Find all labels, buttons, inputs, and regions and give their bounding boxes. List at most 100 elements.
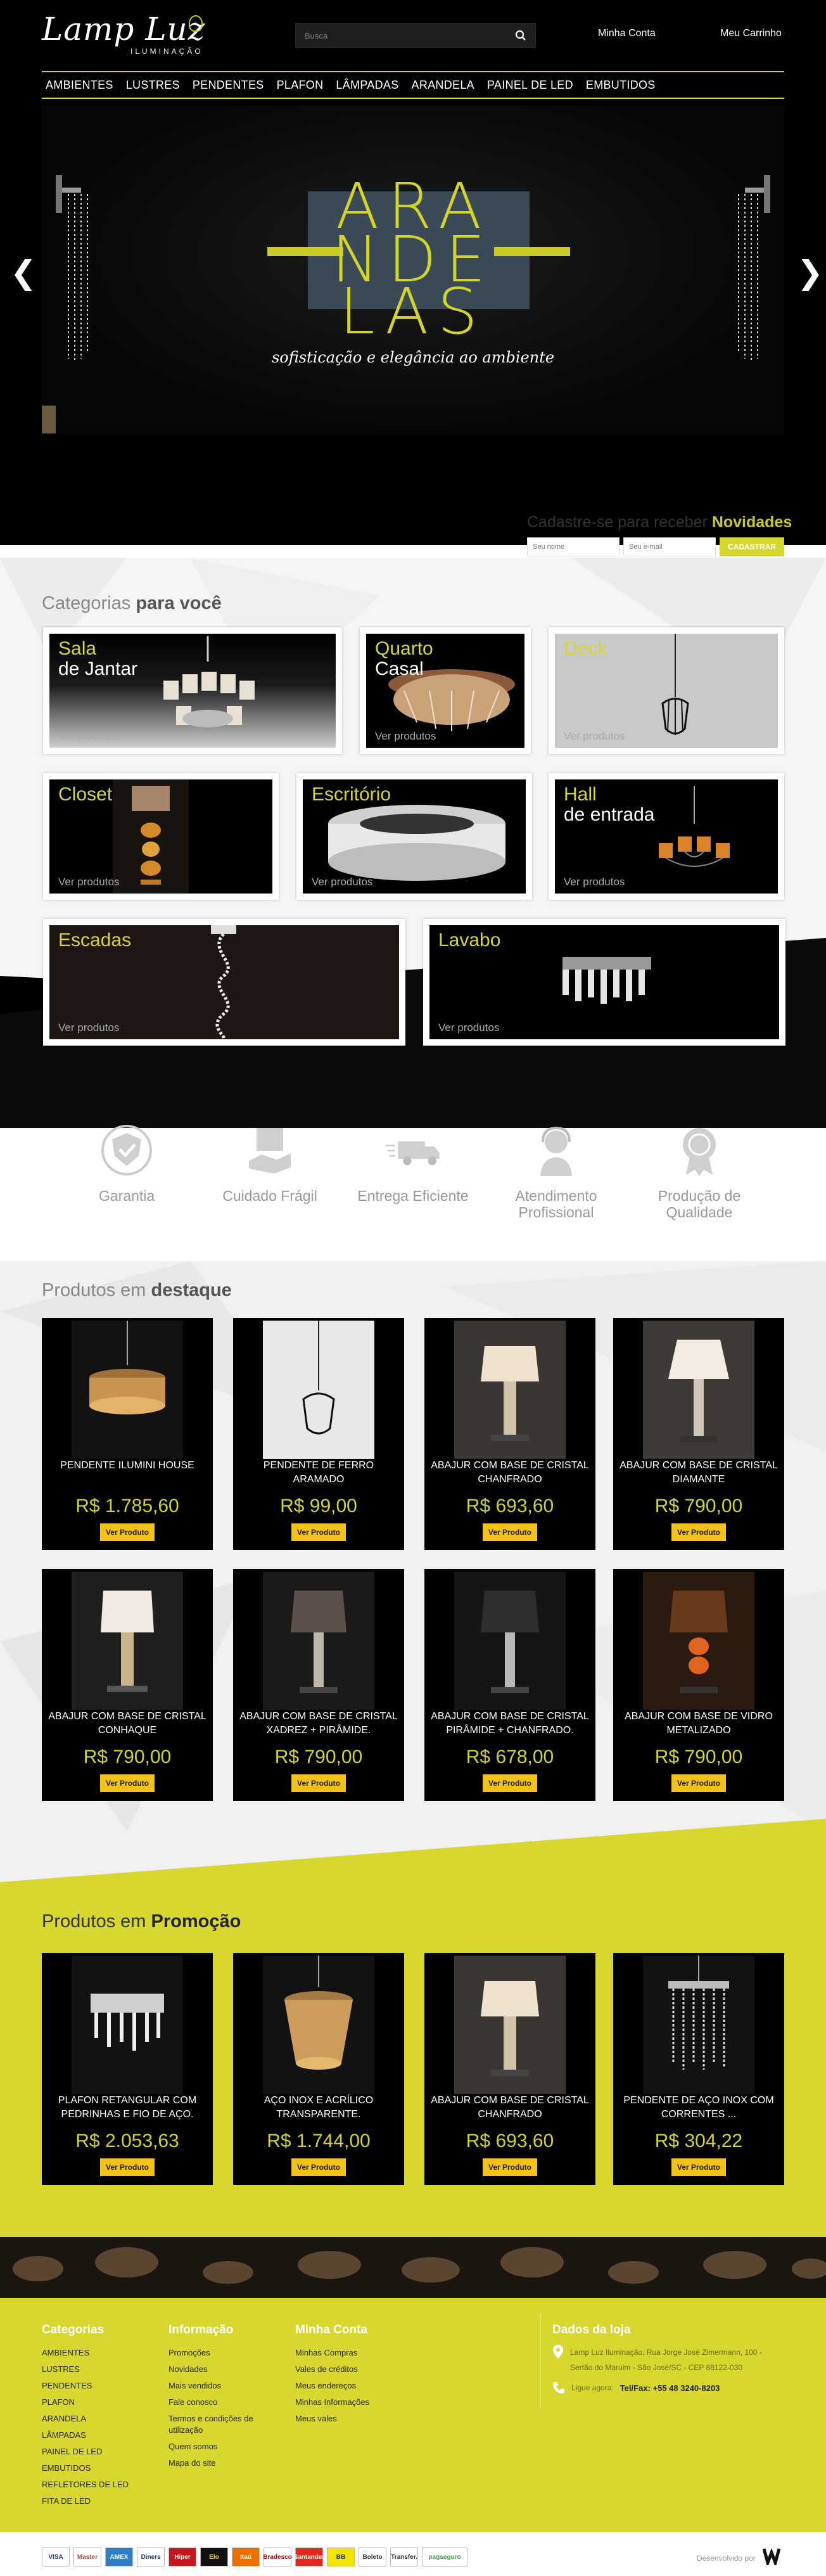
footer-link[interactable]: Minhas Compras <box>295 2345 369 2361</box>
nav-item-painel-de-led[interactable]: PAINEL DE LED <box>481 79 580 92</box>
main-nav: AMBIENTES LUSTRES PENDENTES PLAFON LÂMPA… <box>42 71 784 99</box>
product-card[interactable]: PLAFON RETANGULAR COM PEDRINHAS E FIO DE… <box>42 1953 213 2185</box>
product-card[interactable]: AÇO INOX E ACRÍLICO TRANSPARENTE. R$ 1.7… <box>233 1953 404 2185</box>
footer-link[interactable]: Quem somos <box>168 2438 276 2455</box>
view-product-button[interactable]: Ver Produto <box>291 2158 346 2176</box>
banner-next-arrow-icon[interactable]: ❯ <box>797 257 823 288</box>
my-cart-link[interactable]: Meu Carrinho <box>720 28 782 39</box>
footer-link[interactable]: LÂMPADAS <box>42 2427 129 2444</box>
view-product-button[interactable]: Ver Produto <box>483 1774 537 1792</box>
view-product-button[interactable]: Ver Produto <box>291 1774 346 1792</box>
featured-title: Produtos em destaque <box>42 1280 232 1301</box>
product-card[interactable]: PENDENTE DE FERRO ARAMADO R$ 99,00 Ver P… <box>233 1318 404 1550</box>
nav-item-plafon[interactable]: PLAFON <box>270 79 330 92</box>
footer-link[interactable]: ARANDELA <box>42 2411 129 2427</box>
footer-link[interactable]: AMBIENTES <box>42 2345 129 2361</box>
newsletter-email-input[interactable] <box>623 537 716 556</box>
footer-link[interactable]: Mais vendidos <box>168 2378 276 2394</box>
see-products-link[interactable]: Ver produtos <box>438 1022 499 1034</box>
newsletter-name-input[interactable] <box>527 537 620 556</box>
product-card[interactable]: ABAJUR COM BASE DE CRISTAL DIAMANTE R$ 7… <box>613 1318 784 1550</box>
category-card-quarto[interactable]: Quarto Casal Ver produtos <box>360 627 531 754</box>
payment-mastercard-icon: Master <box>73 2547 101 2566</box>
category-card-hall[interactable]: Hall de entrada Ver produtos <box>549 773 784 900</box>
hall-chandelier-image <box>659 786 730 867</box>
nav-item-lustres[interactable]: LUSTRES <box>120 79 186 92</box>
product-card[interactable]: ABAJUR COM BASE DE VIDRO METALIZADO R$ 7… <box>613 1569 784 1801</box>
category-card-closet[interactable]: Closet Ver produtos <box>43 773 279 900</box>
payment-pagseguro-icon: pagseguro <box>422 2547 467 2566</box>
see-products-link[interactable]: Ver produtos <box>564 876 625 888</box>
footer-link[interactable]: EMBUTIDOS <box>42 2460 129 2477</box>
category-card-deck[interactable]: Deck Ver produtos <box>549 627 784 754</box>
feature-entrega: Entrega Eficiente <box>350 1122 476 1204</box>
view-product-button[interactable]: Ver Produto <box>483 1523 537 1541</box>
view-product-button[interactable]: Ver Produto <box>100 1523 155 1541</box>
footer-link[interactable]: Fale conosco <box>168 2394 276 2411</box>
store-phone[interactable]: Tel/Fax: +55 48 3240-8203 <box>620 2383 720 2393</box>
banner-thumbnail[interactable] <box>42 406 56 433</box>
see-products-link[interactable]: Ver produtos <box>58 876 119 888</box>
product-name: ABAJUR COM BASE DE CRISTAL XADREZ + PIRÂ… <box>239 1711 398 1736</box>
product-card[interactable]: ABAJUR COM BASE DE CRISTAL XADREZ + PIRÂ… <box>233 1569 404 1801</box>
footer-link[interactable]: PENDENTES <box>42 2378 129 2394</box>
delivery-truck-icon <box>384 1122 442 1179</box>
footer-link[interactable]: Mapa do site <box>168 2455 276 2471</box>
category-card-escadas[interactable]: Escadas Ver produtos <box>43 919 405 1046</box>
category-card-escritorio[interactable]: Escritório Ver produtos <box>296 773 532 900</box>
nav-item-pendentes[interactable]: PENDENTES <box>186 79 270 92</box>
developer-logo-icon[interactable] <box>763 2546 784 2565</box>
see-products-link[interactable]: Ver produtos <box>564 730 625 743</box>
category-title: Hall <box>564 784 597 805</box>
product-card[interactable]: ABAJUR COM BASE DE CRISTAL CHANFRADO R$ … <box>424 1318 595 1550</box>
view-product-button[interactable]: Ver Produto <box>483 2158 537 2176</box>
product-image <box>72 1321 183 1459</box>
footer-link[interactable]: PLAFON <box>42 2394 129 2411</box>
view-product-button[interactable]: Ver Produto <box>671 1523 726 1541</box>
footer-link[interactable]: PAINEL DE LED <box>42 2444 129 2460</box>
newsletter-subscribe-button[interactable]: CADASTRAR <box>720 537 784 556</box>
footer-link[interactable]: Termos e condições de utilização <box>168 2411 276 2438</box>
category-card-sala[interactable]: Sala de Jantar Ver produtos <box>43 627 342 754</box>
product-card[interactable]: ABAJUR COM BASE DE CRISTAL PIRÂMIDE + CH… <box>424 1569 595 1801</box>
footer-link[interactable]: Minhas Informações <box>295 2394 369 2411</box>
view-product-button[interactable]: Ver Produto <box>671 1774 726 1792</box>
product-card[interactable]: ABAJUR COM BASE DE CRISTAL CHANFRADO R$ … <box>424 1953 595 2185</box>
my-account-link[interactable]: Minha Conta <box>598 28 656 39</box>
see-products-link[interactable]: Ver produtos <box>58 730 119 743</box>
product-card[interactable]: PENDENTE ILUMINI HOUSE R$ 1.785,60 Ver P… <box>42 1318 213 1550</box>
see-products-link[interactable]: Ver produtos <box>58 1022 119 1034</box>
footer-link[interactable]: REFLETORES DE LED <box>42 2477 129 2493</box>
view-product-button[interactable]: Ver Produto <box>100 2158 155 2176</box>
footer-link[interactable]: FITA DE LED <box>42 2493 129 2509</box>
chandelier-image <box>163 636 255 727</box>
product-card[interactable]: ABAJUR COM BASE DE CRISTAL CONHAQUE R$ 7… <box>42 1569 213 1801</box>
feature-label: Garantia <box>98 1188 155 1204</box>
footer-link[interactable]: LUSTRES <box>42 2361 129 2378</box>
logo[interactable]: Lamp Luz ILUMINAÇÃO <box>42 11 213 62</box>
search-input[interactable] <box>296 23 505 48</box>
footer-link[interactable]: Novidades <box>168 2361 276 2378</box>
see-products-link[interactable]: Ver produtos <box>312 876 372 888</box>
nav-item-embutidos[interactable]: EMBUTIDOS <box>580 79 662 92</box>
footer-link[interactable]: Meus vales <box>295 2411 369 2427</box>
footer-link[interactable]: Vales de créditos <box>295 2361 369 2378</box>
footer-link[interactable]: Promoções <box>168 2345 276 2361</box>
footer-link[interactable]: Meus endereços <box>295 2378 369 2394</box>
payment-itau-icon: Itaú <box>232 2547 260 2566</box>
view-product-button[interactable]: Ver Produto <box>671 2158 726 2176</box>
feature-atendimento: Atendimento Profissional <box>493 1122 620 1221</box>
nav-item-lampadas[interactable]: LÂMPADAS <box>329 79 405 92</box>
product-card[interactable]: PENDENTE DE AÇO INOX COM CORRENTES ... R… <box>613 1953 784 2185</box>
see-products-link[interactable]: Ver produtos <box>375 730 436 743</box>
nav-item-ambientes[interactable]: AMBIENTES <box>42 79 120 92</box>
nav-item-arandela[interactable]: ARANDELA <box>405 79 481 92</box>
view-product-button[interactable]: Ver Produto <box>291 1523 346 1541</box>
search-button[interactable] <box>506 23 535 48</box>
banner-prev-arrow-icon[interactable]: ❮ <box>10 257 37 288</box>
view-product-button[interactable]: Ver Produto <box>100 1774 155 1792</box>
product-name: ABAJUR COM BASE DE CRISTAL CONHAQUE <box>48 1711 206 1736</box>
category-card-lavabo[interactable]: Lavabo Ver produtos <box>423 919 785 1046</box>
hero-banner[interactable]: ARA NDE LAS sofisticação e elegância ao … <box>42 105 784 435</box>
promo-title: Produtos em Promoção <box>42 1911 241 1932</box>
